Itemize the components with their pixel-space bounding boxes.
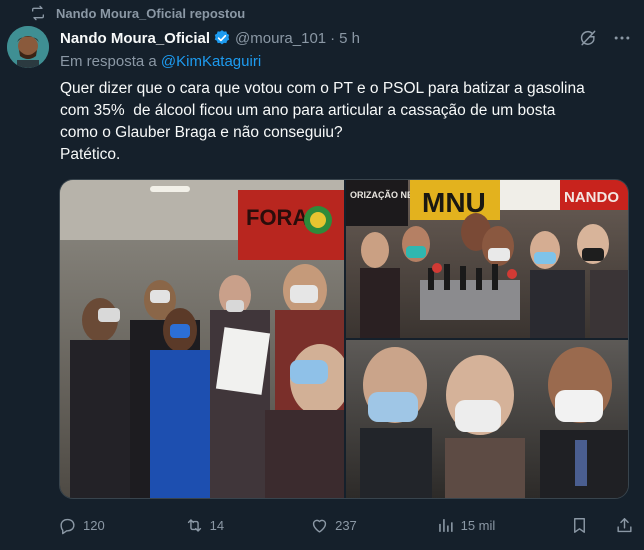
photo2-right-text: NANDO	[564, 189, 619, 206]
separator-dot: ·	[330, 29, 336, 47]
reply-icon	[60, 518, 75, 534]
repost-button[interactable]: 14	[185, 516, 311, 535]
media-photo-2[interactable]: ORIZAÇÃO NEGRA MNU NANDO	[346, 180, 629, 338]
post-time[interactable]: 5 h	[339, 30, 360, 47]
repost-label: Nando Moura_Oficial repostou	[56, 5, 246, 21]
reply-button[interactable]: 120	[58, 516, 177, 535]
like-count: 237	[335, 517, 357, 533]
verified-badge-icon[interactable]	[213, 29, 231, 47]
photo1-sign-text: FORA	[246, 205, 308, 230]
share-icon	[617, 517, 632, 532]
repost-indicator[interactable]: Nando Moura_Oficial repostou	[30, 3, 245, 23]
more-options-icon[interactable]	[612, 28, 632, 48]
repost-icon	[31, 5, 44, 21]
like-button[interactable]: 237	[310, 516, 436, 535]
views-chart-icon	[438, 518, 453, 532]
tweet-text: Quer dizer que o cara que votou com o PT…	[60, 80, 585, 163]
repost-action-icon	[187, 518, 201, 532]
media-photo-1[interactable]: FORA	[60, 180, 350, 499]
author-display-name[interactable]: Nando Moura_Oficial	[60, 30, 210, 47]
heart-icon	[312, 519, 327, 533]
bookmark-button[interactable]	[570, 516, 589, 535]
repost-count: 14	[209, 517, 225, 533]
reply-prefix: Em resposta a	[60, 53, 157, 70]
media-photo-3[interactable]	[346, 340, 629, 499]
media-grid: FORA ORIZAÇÃO NEGRA MNU NANDO	[59, 179, 629, 499]
bookmark-icon	[574, 517, 585, 533]
reply-mention-link[interactable]: @KimKataguiri	[161, 53, 261, 70]
views-button[interactable]: 15 mil	[436, 516, 570, 535]
reply-count: 120	[83, 517, 105, 533]
reply-context: Em resposta a @KimKataguiri	[60, 53, 261, 70]
avatar[interactable]	[7, 26, 49, 68]
share-button[interactable]	[615, 516, 634, 535]
tweet-actions: 120 14 237 15 mil	[58, 510, 634, 540]
author-handle[interactable]: @moura_101	[235, 30, 326, 47]
views-count: 15 mil	[460, 517, 496, 533]
grok-icon[interactable]	[578, 28, 598, 48]
tweet-header: Nando Moura_Oficial @moura_101 · 5 h	[60, 26, 632, 50]
